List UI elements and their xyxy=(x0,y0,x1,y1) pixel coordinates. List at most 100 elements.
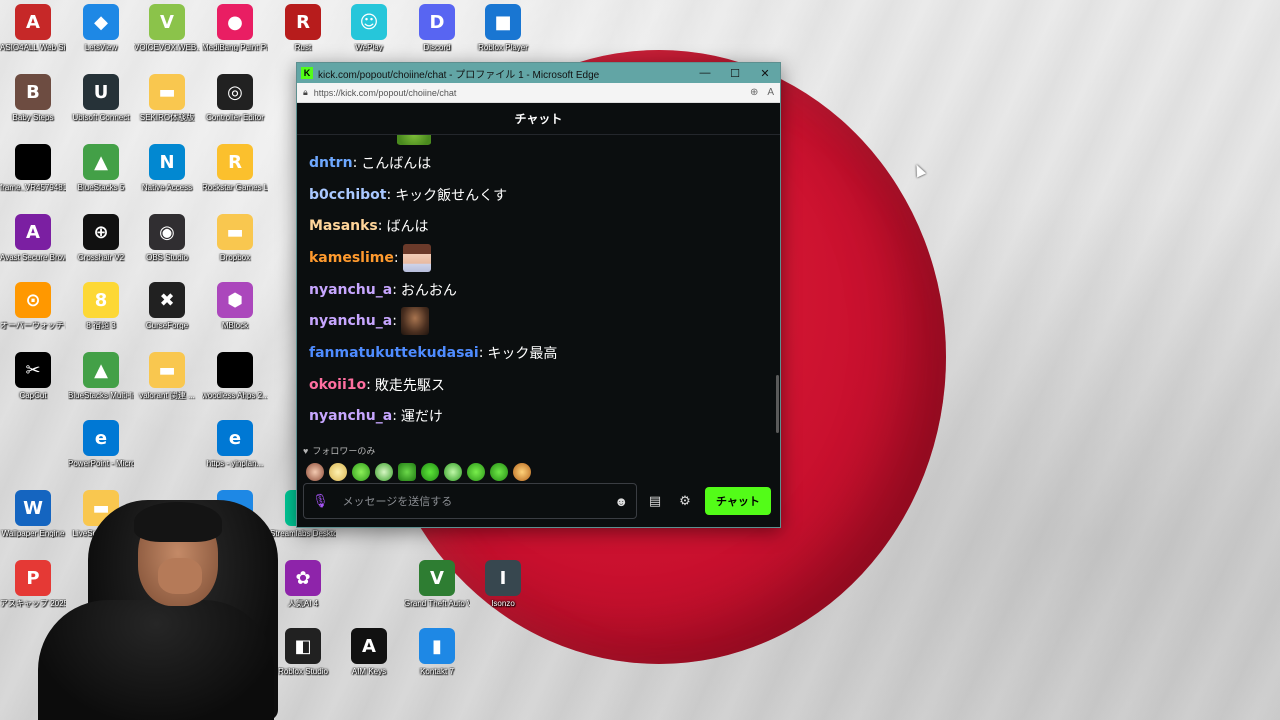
desktop-icon[interactable]: ⊙ オーバーウォッチ 2 xyxy=(0,282,66,330)
chat-username[interactable]: nyanchu_a xyxy=(309,313,392,329)
settings-gear-icon[interactable]: ⚙ xyxy=(673,489,697,513)
app-icon: ◧ xyxy=(285,628,321,664)
desktop-icon[interactable]: ◧ Roblox Studio xyxy=(270,628,336,676)
app-icon: ▬ xyxy=(149,74,185,110)
username-separator: : xyxy=(478,344,484,361)
chat-username[interactable]: nyanchu_a xyxy=(309,282,392,298)
desktop-icon[interactable]: ▬ Dropbox xyxy=(202,214,268,262)
chat-username[interactable]: Masanks xyxy=(309,218,378,234)
app-icon: ▬ xyxy=(149,352,185,388)
chat-message: dntrn: こんばんは xyxy=(309,147,768,179)
desktop-icon-label: BlueStacks 5 xyxy=(77,183,125,192)
read-aloud-icon[interactable]: A xyxy=(767,87,774,98)
desktop-icon-label: Dropbox xyxy=(219,253,251,262)
app-icon: ✿ xyxy=(285,560,321,596)
title-bar[interactable]: K kick.com/popout/choiine/chat - プロファイル … xyxy=(297,63,780,83)
desktop-icon[interactable]: woodless Ahps 2... xyxy=(202,352,268,400)
app-icon: V xyxy=(149,4,185,40)
app-icon: 8 xyxy=(83,282,119,318)
chat-username[interactable]: nyanchu_a xyxy=(309,408,392,424)
desktop-icon[interactable]: D Discord xyxy=(404,4,470,52)
desktop-icon[interactable]: I Isonzo xyxy=(470,560,536,608)
desktop-icon-label: woodless Ahps 2... xyxy=(202,391,268,400)
desktop-icon-label: Roblox Player xyxy=(478,43,528,52)
desktop-icon[interactable]: R Rust xyxy=(270,4,336,52)
desktop-icon[interactable]: ◎ Controller Editor xyxy=(202,74,268,122)
microphone-icon[interactable]: 🎙︎ xyxy=(312,493,329,509)
desktop-icon[interactable]: ⊕ Crosshair V2 xyxy=(68,214,134,262)
anime-girl-emote-icon[interactable] xyxy=(402,243,431,272)
desktop-icon[interactable]: V VOICEVOX.WEB... xyxy=(134,4,200,52)
send-chat-button[interactable]: チャット xyxy=(705,487,771,515)
chat-input-box[interactable]: 🎙︎ ☻ xyxy=(303,483,637,519)
app-icon: R xyxy=(285,4,321,40)
desktop-icon[interactable]: e https - yinplan... xyxy=(202,420,268,468)
close-icon[interactable]: ✕ xyxy=(750,63,780,83)
desktop-icon[interactable]: ■ Roblox Player xyxy=(470,4,536,52)
desktop-icon[interactable]: ● MediBang Paint Pro xyxy=(202,4,268,52)
desktop-icon[interactable]: ▮ Kontakt 7 xyxy=(404,628,470,676)
streamer-hair xyxy=(134,502,222,542)
green-blob-emote-icon[interactable] xyxy=(352,463,370,481)
desktop-icon[interactable]: ✿ 人気AI 4 xyxy=(270,560,336,608)
store-icon[interactable]: ▤ xyxy=(643,489,667,513)
desktop-icon[interactable]: R Rockstar Games Launcher xyxy=(202,144,268,192)
green-ghost-emote-icon[interactable] xyxy=(421,463,439,481)
desktop-icon[interactable]: U Ubisoft Connect xyxy=(68,74,134,122)
desktop-icon[interactable]: ✂ CapCut xyxy=(0,352,66,400)
desktop-icon[interactable]: ◉ OBS Studio xyxy=(134,214,200,262)
desktop-icon[interactable]: N Native Access xyxy=(134,144,200,192)
desktop-icon[interactable]: ✖ CurseForge xyxy=(134,282,200,330)
chat-message: Masanks: ばんは xyxy=(309,210,768,242)
address-bar[interactable]: 🔒︎ https://kick.com/popout/choiine/chat … xyxy=(297,83,780,103)
chat-username[interactable]: fanmatukuttekudasai xyxy=(309,345,479,361)
green-wink-emote-icon[interactable] xyxy=(490,463,508,481)
desktop-icon[interactable]: ⬢ MBlock xyxy=(202,282,268,330)
chat-message: nyanchu_a: xyxy=(309,305,768,337)
chat-username[interactable]: okoii1o xyxy=(309,377,366,393)
bearded-man-emote-icon[interactable] xyxy=(400,307,429,336)
desktop-icon-label: MediBang Paint Pro xyxy=(202,43,268,52)
desktop-icon[interactable]: B Baby Steps xyxy=(0,74,66,122)
green-face-emote-icon[interactable] xyxy=(375,463,393,481)
lock-icon[interactable]: 🔒︎ xyxy=(303,87,308,98)
app-icon: A xyxy=(15,4,51,40)
chat-input-row: 🎙︎ ☻ ▤ ⚙ チャット xyxy=(303,483,775,519)
chat-message-input[interactable] xyxy=(342,494,615,508)
desktop-icon[interactable]: ▲ BlueStacks Multi-Instan... xyxy=(68,352,134,400)
desktop-icon[interactable]: A AIM Keys xyxy=(336,628,402,676)
desktop-icon-label: frame_VR4579481 xyxy=(0,183,66,192)
partial-message xyxy=(309,135,768,147)
anime-girl-emote-icon[interactable] xyxy=(306,463,324,481)
desktop-icon[interactable]: 8 8 宿題 3 xyxy=(68,282,134,330)
url-text[interactable]: https://kick.com/popout/choiine/chat xyxy=(314,88,741,98)
zoom-icon[interactable]: ⊕ xyxy=(750,87,758,98)
green-alien-emote-icon[interactable] xyxy=(444,463,462,481)
desktop-icon[interactable]: ▬ SEKIRO体験版 xyxy=(134,74,200,122)
chat-username[interactable]: dntrn xyxy=(309,155,353,171)
green-grin-emote-icon[interactable] xyxy=(398,463,416,481)
blonde-girl-emote-icon[interactable] xyxy=(329,463,347,481)
chat-message-text: キック飯せんくす xyxy=(395,187,508,204)
emoji-picker-icon[interactable]: ☻ xyxy=(614,494,628,509)
maximize-icon[interactable]: ☐ xyxy=(720,63,750,83)
desktop-icon[interactable]: V Grand Theft Auto V xyxy=(404,560,470,608)
app-icon: ● xyxy=(217,4,253,40)
chat-username[interactable]: kameslime xyxy=(309,250,394,266)
cake-emote-icon[interactable] xyxy=(513,463,531,481)
green-smile-emote-icon[interactable] xyxy=(467,463,485,481)
app-icon: ⬢ xyxy=(217,282,253,318)
desktop-icon[interactable]: A ASIO4ALL Web Site xyxy=(0,4,66,52)
desktop-icon[interactable]: ☺ WePlay xyxy=(336,4,402,52)
desktop-icon[interactable]: ▬ valorant 関連 ... xyxy=(134,352,200,400)
desktop-icon[interactable]: e PowerPoint - Microsoft 365 xyxy=(68,420,134,468)
desktop-icon[interactable]: A Avast Secure Browser xyxy=(0,214,66,262)
desktop-icon[interactable]: ▲ BlueStacks 5 xyxy=(68,144,134,192)
desktop-icon-label: Baby Steps xyxy=(12,113,54,122)
desktop-icon[interactable]: frame_VR4579481 xyxy=(0,144,66,192)
chat-messages[interactable]: dntrn: こんばんは b0cchibot: キック飯せんくす Masanks: ばんは… xyxy=(297,135,780,440)
chat-username[interactable]: b0cchibot xyxy=(309,187,386,203)
minimize-icon[interactable]: — xyxy=(690,63,720,83)
chat-scrollbar[interactable] xyxy=(776,375,779,433)
desktop-icon[interactable]: ◆ LetsView xyxy=(68,4,134,52)
